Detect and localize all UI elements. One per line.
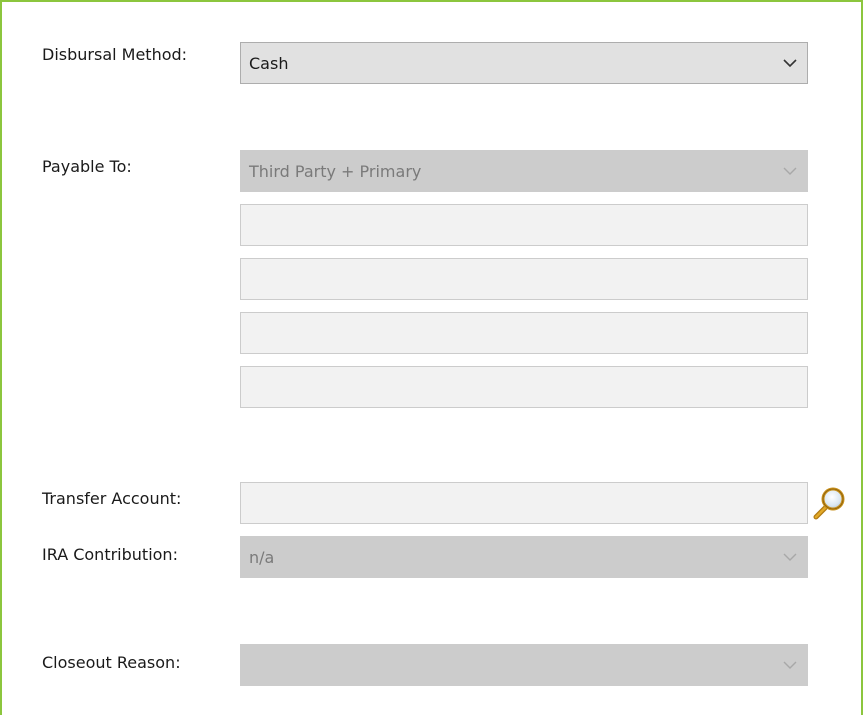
payable-to-label: Payable To:: [42, 157, 132, 176]
payable-to-line-3-input[interactable]: [240, 312, 808, 354]
closeout-reason-label: Closeout Reason:: [42, 653, 181, 672]
chevron-down-icon: [783, 661, 797, 669]
closeout-reason-select[interactable]: [240, 644, 808, 686]
disbursal-method-label: Disbursal Method:: [42, 45, 188, 64]
chevron-down-icon: [783, 167, 797, 175]
transfer-account-input[interactable]: [240, 482, 808, 524]
magnifier-icon[interactable]: [813, 486, 847, 520]
ira-contribution-label: IRA Contribution:: [42, 545, 178, 564]
disbursal-method-value: Cash: [249, 54, 289, 73]
payable-to-select[interactable]: Third Party + Primary: [240, 150, 808, 192]
ira-contribution-select[interactable]: n/a: [240, 536, 808, 578]
payable-to-value: Third Party + Primary: [249, 162, 422, 181]
payable-to-line-2-input[interactable]: [240, 258, 808, 300]
disbursal-method-select[interactable]: Cash: [240, 42, 808, 84]
chevron-down-icon: [783, 59, 797, 68]
disbursal-panel: Disbursal Method: Cash Payable To: Third…: [0, 0, 863, 715]
ira-contribution-value: n/a: [249, 548, 275, 567]
payable-to-line-4-input[interactable]: [240, 366, 808, 408]
transfer-account-label: Transfer Account:: [42, 489, 182, 508]
chevron-down-icon: [783, 553, 797, 561]
payable-to-line-1-input[interactable]: [240, 204, 808, 246]
